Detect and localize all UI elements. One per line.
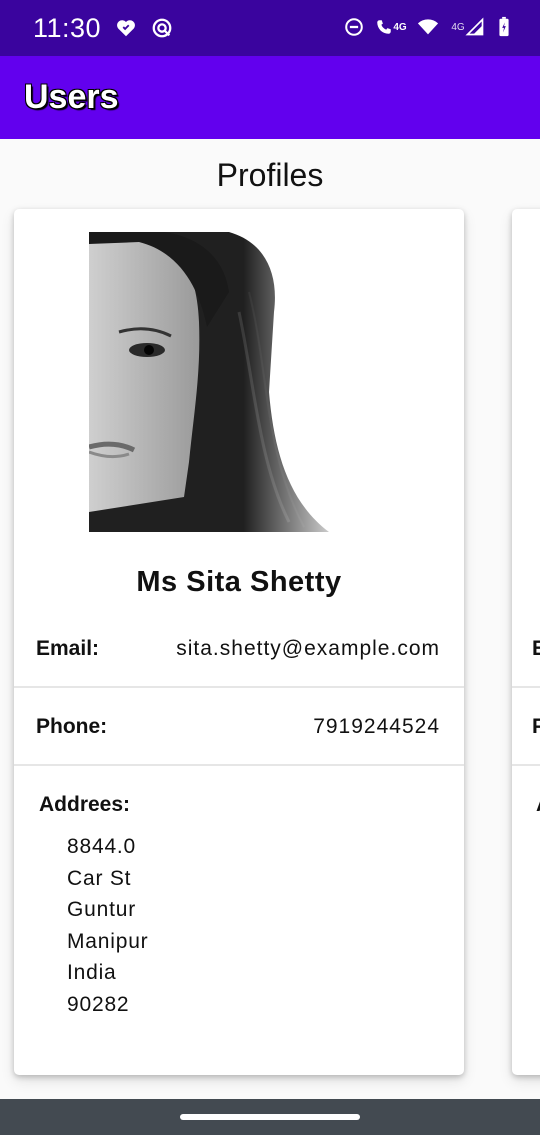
address-label: Addrees: [39,793,131,816]
email-label: Email: [36,637,100,660]
phone-label: Phone: [36,715,108,738]
address-country: India [67,961,117,984]
status-time: 11:30 [33,13,102,43]
address-postcode: 90282 [67,992,130,1016]
navigation-bar [0,1099,540,1135]
address-state: Manipur [67,929,149,953]
do-not-disturb-icon [342,15,366,39]
email-row: Email: sita.shetty@example.com [14,611,464,688]
battery-charging-icon [496,15,512,39]
wifi-calling-icon: 4G [374,15,408,39]
address-street: Car St [67,866,132,890]
email-value: sita.shetty@example.com [176,637,440,660]
phone-row: Phone: 7919244524 [14,689,464,766]
peek-phone-label: P [532,715,540,738]
signal-icon: 4G [448,15,488,39]
app-bar: Users [0,56,540,139]
profiles-carousel[interactable]: Profiles Ms Sita Shetty Email: sita.shet… [0,139,540,1099]
profile-name: Ms Sita Shetty [136,566,342,598]
address-block: 8844.0 Car St Guntur Manipur India 90282 [67,831,148,1020]
iheart-icon [114,16,138,40]
page-title: Profiles [216,157,324,193]
peek-email-label: E [532,637,540,660]
wifi-icon [416,15,440,39]
network-type-label: 4G [393,21,407,33]
phone-value: 7919244524 [313,715,440,738]
address-city: Guntur [67,898,136,921]
profile-photo [89,232,369,532]
network-type-label-2: 4G [451,21,465,33]
home-gesture-handle[interactable] [180,1114,360,1120]
peek-divider [512,764,540,766]
peek-address-label: A [536,793,540,817]
peek-divider [512,686,540,688]
profile-card[interactable]: Ms Sita Shetty Email: sita.shetty@exampl… [14,209,464,1075]
status-bar: 11:30 4G 4G [0,0,540,56]
address-number: 8844.0 [67,835,137,858]
next-profile-card[interactable]: E P A [512,209,540,1075]
radio-app-icon [150,16,174,40]
app-title: Users [24,78,119,116]
